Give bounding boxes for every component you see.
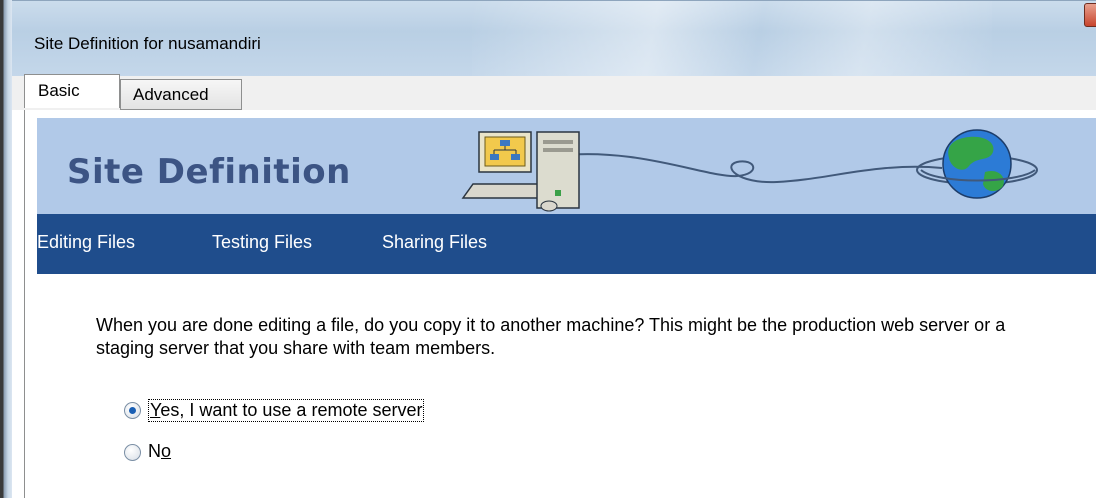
title-bar-glass xyxy=(472,1,992,77)
network-cable xyxy=(554,153,943,184)
option-yes-label: Yes, I want to use a remote server xyxy=(148,399,425,422)
content-area: When you are done editing a file, do you… xyxy=(37,274,1096,498)
window-left-border xyxy=(0,0,12,498)
option-no-label: No xyxy=(148,441,171,462)
window-title: Site Definition for nusamandiri xyxy=(34,34,261,53)
tab-panel-basic: Site Definition Editing Files Testing Fi… xyxy=(24,110,1096,498)
radio-yes[interactable] xyxy=(124,402,141,419)
option-yes-mnemonic: Y xyxy=(150,400,161,420)
title-bar[interactable]: Site Definition for nusamandiri xyxy=(12,0,1096,77)
option-no-prefix: N xyxy=(148,441,161,461)
close-button[interactable] xyxy=(1084,3,1096,27)
tab-basic[interactable]: Basic xyxy=(24,74,120,108)
nav-sharing-files[interactable]: Sharing Files xyxy=(382,232,487,253)
banner-art xyxy=(461,129,1038,212)
option-yes-text: es, I want to use a remote server xyxy=(160,400,423,420)
computer-icon xyxy=(461,131,580,212)
tab-strip: Basic Advanced xyxy=(12,74,1096,110)
globe-icon xyxy=(916,129,1038,199)
site-definition-window: Site Definition for nusamandiri Basic Ad… xyxy=(0,0,1096,498)
banner-title: Site Definition xyxy=(67,152,351,192)
remote-server-question: When you are done editing a file, do you… xyxy=(96,315,1006,358)
radio-no[interactable] xyxy=(124,444,141,461)
tab-advanced[interactable]: Advanced xyxy=(120,79,242,110)
option-no-mnemonic: o xyxy=(161,441,172,461)
nav-editing-files[interactable]: Editing Files xyxy=(37,232,135,253)
nav-testing-files[interactable]: Testing Files xyxy=(212,232,312,253)
site-definition-nav: Editing Files Testing Files Sharing File… xyxy=(37,214,1096,274)
site-definition-banner: Site Definition xyxy=(37,118,1096,214)
